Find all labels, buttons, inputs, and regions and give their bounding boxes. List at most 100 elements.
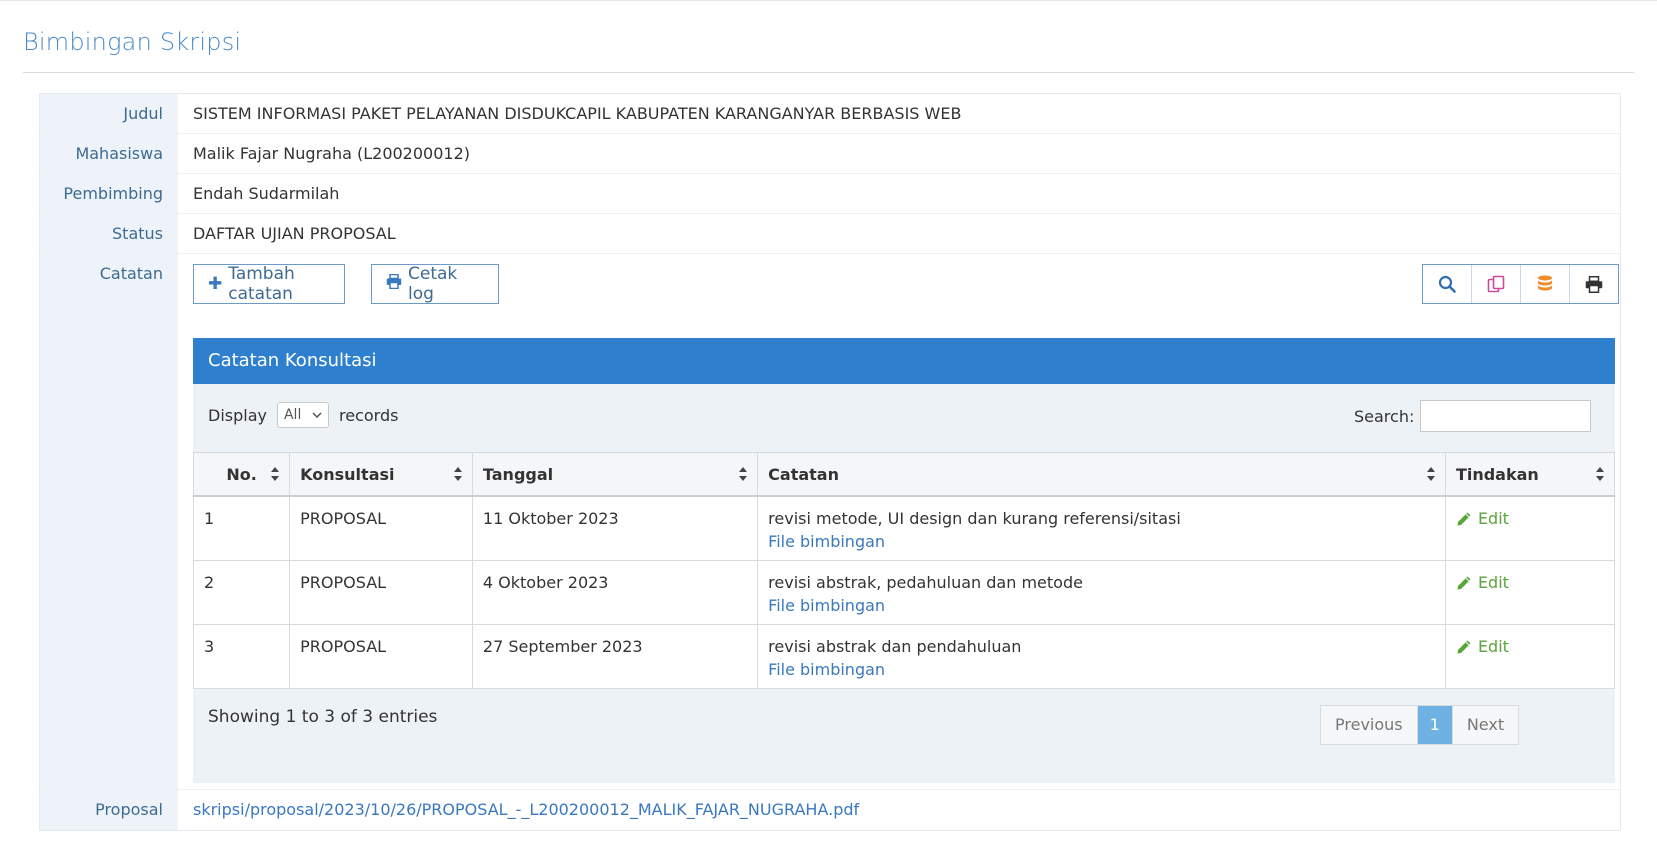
edit-button[interactable]: Edit — [1456, 573, 1604, 592]
page-title: Bimbingan Skripsi — [23, 28, 242, 56]
row-pembimbing: Pembimbing Endah Sudarmilah — [40, 174, 1620, 214]
row-judul: Judul SISTEM INFORMASI PAKET PELAYANAN D… — [40, 94, 1620, 134]
sort-icon — [453, 467, 462, 481]
copy-icon — [1487, 275, 1505, 293]
page-1-button[interactable]: 1 — [1417, 706, 1453, 744]
col-no-label: No. — [226, 464, 257, 484]
file-bimbingan-link[interactable]: File bimbingan — [768, 532, 1435, 551]
mahasiswa-value: Malik Fajar Nugraha (L200200012) — [193, 144, 470, 163]
sort-icon — [1596, 467, 1604, 481]
search-icon — [1438, 275, 1456, 293]
cell-tindakan: Edit — [1444, 624, 1616, 689]
proposal-value: skripsi/proposal/2023/10/26/PROPOSAL_-_L… — [178, 790, 1620, 830]
sort-icon — [1426, 467, 1435, 481]
detail-table: Judul SISTEM INFORMASI PAKET PELAYANAN D… — [39, 93, 1621, 831]
chevron-down-icon — [312, 412, 322, 418]
pagination: Previous 1 Next — [1320, 705, 1520, 745]
printer-icon — [1585, 275, 1603, 293]
display-select-value: All — [283, 407, 302, 423]
cell-tanggal: 11 Oktober 2023 — [471, 495, 759, 561]
search-box: Search: — [1354, 400, 1592, 432]
col-tanggal-header[interactable]: Tanggal — [471, 452, 759, 497]
table-row: 1 PROPOSAL 11 Oktober 2023 revisi metode… — [192, 495, 1616, 561]
table-tools — [1422, 264, 1619, 304]
file-bimbingan-link[interactable]: File bimbingan — [768, 596, 1435, 615]
display-label: Display — [208, 405, 267, 425]
display-length: Display All records — [208, 402, 398, 428]
top-border — [0, 0, 1657, 1]
col-no-header[interactable]: No. — [192, 452, 291, 497]
status-label: Status — [40, 214, 178, 253]
col-konsultasi-label: Konsultasi — [300, 464, 395, 484]
edit-label: Edit — [1477, 573, 1509, 592]
proposal-label: Proposal — [40, 790, 178, 830]
print-tool-button[interactable] — [1570, 265, 1618, 303]
database-icon — [1538, 275, 1552, 291]
cell-tanggal: 27 September 2023 — [471, 624, 759, 689]
cell-catatan: revisi abstrak dan pendahuluan File bimb… — [757, 624, 1446, 689]
edit-label: Edit — [1477, 509, 1509, 528]
add-note-button[interactable]: ✚ Tambah catatan — [193, 264, 345, 304]
consultation-panel: Catatan Konsultasi Display All records S… — [192, 338, 1616, 783]
col-konsultasi-header[interactable]: Konsultasi — [289, 452, 473, 497]
col-catatan-label: Catatan — [768, 464, 839, 484]
row-status: Status DAFTAR UJIAN PROPOSAL — [40, 214, 1620, 254]
edit-button[interactable]: Edit — [1456, 637, 1604, 656]
add-note-label: Tambah catatan — [228, 264, 295, 304]
col-tanggal-label: Tanggal — [482, 464, 554, 484]
search-tool-button[interactable] — [1423, 265, 1472, 303]
judul-label: Judul — [40, 94, 178, 133]
status-value: DAFTAR UJIAN PROPOSAL — [193, 224, 396, 243]
row-proposal: Proposal skripsi/proposal/2023/10/26/PRO… — [40, 790, 1620, 830]
cell-konsultasi: PROPOSAL — [289, 624, 473, 689]
title-divider — [23, 72, 1634, 73]
print-log-label: Cetak log — [408, 264, 458, 304]
pencil-icon — [1457, 512, 1471, 525]
file-bimbingan-link[interactable]: File bimbingan — [768, 660, 1435, 679]
export-tool-button[interactable] — [1521, 265, 1570, 303]
cell-catatan: revisi abstrak, pedahuluan dan metode Fi… — [757, 560, 1446, 625]
edit-button[interactable]: Edit — [1456, 509, 1604, 528]
cell-tanggal: 4 Oktober 2023 — [471, 560, 759, 625]
cell-tindakan: Edit — [1444, 495, 1616, 561]
panel-title: Catatan Konsultasi — [193, 338, 1615, 384]
row-mahasiswa: Mahasiswa Malik Fajar Nugraha (L20020001… — [40, 134, 1620, 174]
pembimbing-value: Endah Sudarmilah — [193, 184, 340, 203]
proposal-file-link[interactable]: skripsi/proposal/2023/10/26/PROPOSAL_-_L… — [193, 800, 859, 819]
edit-label: Edit — [1477, 637, 1509, 656]
showing-info: Showing 1 to 3 of 3 entries — [208, 707, 438, 727]
cell-konsultasi: PROPOSAL — [289, 495, 473, 561]
pencil-icon — [1457, 640, 1471, 653]
catatan-label: Catatan — [40, 254, 178, 789]
sort-icon — [271, 467, 280, 481]
judul-value: SISTEM INFORMASI PAKET PELAYANAN DISDUKC… — [193, 104, 962, 123]
table-row: 2 PROPOSAL 4 Oktober 2023 revisi abstrak… — [192, 560, 1616, 625]
table-footer: Showing 1 to 3 of 3 entries Previous 1 N… — [193, 689, 1615, 761]
catatan-text: revisi abstrak, pedahuluan dan metode — [768, 573, 1083, 592]
records-label: records — [338, 405, 399, 425]
cell-no: 3 — [192, 624, 291, 689]
catatan-content: ✚ Tambah catatan Cetak log Catatan Konsu… — [178, 254, 1620, 789]
table-header-row: No. Konsultasi Tanggal Catatan Tindakan — [192, 452, 1616, 497]
print-log-button[interactable]: Cetak log — [371, 264, 499, 304]
cell-konsultasi: PROPOSAL — [289, 560, 473, 625]
plus-icon: ✚ — [208, 274, 223, 294]
cell-catatan: revisi metode, UI design dan kurang refe… — [757, 495, 1446, 561]
previous-button[interactable]: Previous — [1321, 706, 1418, 744]
copy-tool-button[interactable] — [1472, 265, 1521, 303]
next-button[interactable]: Next — [1452, 706, 1519, 744]
search-label: Search: — [1354, 406, 1415, 426]
consultation-table: No. Konsultasi Tanggal Catatan Tindakan … — [192, 452, 1616, 689]
print-icon — [386, 273, 402, 294]
search-input[interactable] — [1420, 400, 1592, 432]
col-catatan-header[interactable]: Catatan — [757, 452, 1446, 497]
cell-no: 2 — [192, 560, 291, 625]
sort-icon — [739, 467, 748, 481]
display-select[interactable]: All — [276, 402, 329, 428]
col-tindakan-header[interactable]: Tindakan — [1444, 452, 1616, 497]
catatan-text: revisi abstrak dan pendahuluan — [768, 637, 1022, 656]
col-tindakan-label: Tindakan — [1455, 464, 1539, 484]
pembimbing-label: Pembimbing — [40, 174, 178, 213]
catatan-text: revisi metode, UI design dan kurang refe… — [768, 509, 1181, 528]
cell-tindakan: Edit — [1444, 560, 1616, 625]
